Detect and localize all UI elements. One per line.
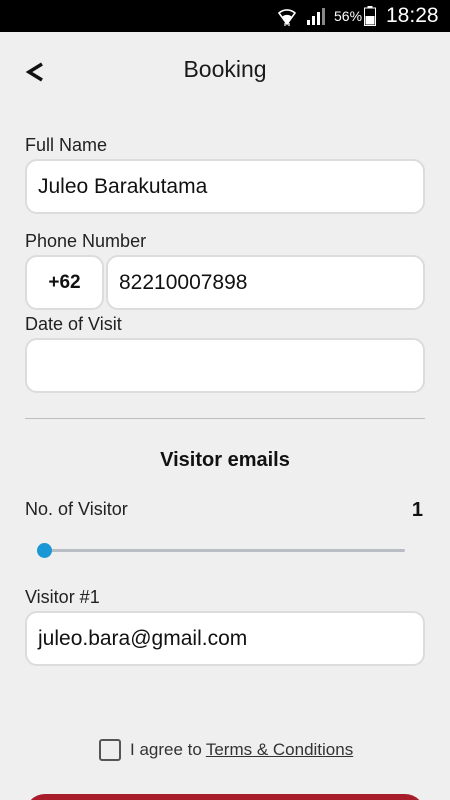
full-name-value: Juleo Barakutama <box>38 174 208 198</box>
phone-number-value: 82210007898 <box>119 270 248 294</box>
battery-icon <box>364 6 376 26</box>
visitor-1-email-value: juleo.bara@gmail.com <box>38 626 248 650</box>
visitor-count-label: No. of Visitor <box>25 499 128 519</box>
terms-checkbox[interactable] <box>99 739 121 761</box>
terms-agreement: I agree to Terms & Conditions <box>99 738 353 762</box>
visitor-1-email-input[interactable]: juleo.bara@gmail.com <box>25 611 425 666</box>
status-bar: 56% 18:28 <box>0 0 450 32</box>
battery-percent: 56% <box>334 8 363 24</box>
phone-number-label: Phone Number <box>25 231 147 251</box>
visitor-1-label: Visitor #1 <box>25 587 100 607</box>
country-code-select[interactable]: +62 <box>25 255 104 310</box>
visitor-count-slider-thumb[interactable] <box>37 543 52 558</box>
agree-text: I agree to <box>130 740 202 759</box>
visitor-count-slider-track[interactable] <box>44 549 405 552</box>
signal-icon <box>307 8 325 25</box>
date-of-visit-label: Date of Visit <box>25 314 122 334</box>
date-of-visit-input[interactable] <box>25 338 425 393</box>
page-title: Booking <box>183 56 267 82</box>
visitor-count-value: 1 <box>411 499 423 521</box>
phone-number-input[interactable]: 82210007898 <box>106 255 425 310</box>
terms-link[interactable]: Terms & Conditions <box>206 740 353 760</box>
section-title: Visitor emails <box>160 449 290 471</box>
wifi-icon <box>277 9 297 26</box>
country-code-value: +62 <box>48 271 81 293</box>
clock: 18:28 <box>386 4 439 27</box>
submit-button[interactable] <box>25 794 425 800</box>
divider <box>25 418 425 419</box>
full-name-label: Full Name <box>25 135 108 155</box>
full-name-input[interactable]: Juleo Barakutama <box>25 159 425 214</box>
